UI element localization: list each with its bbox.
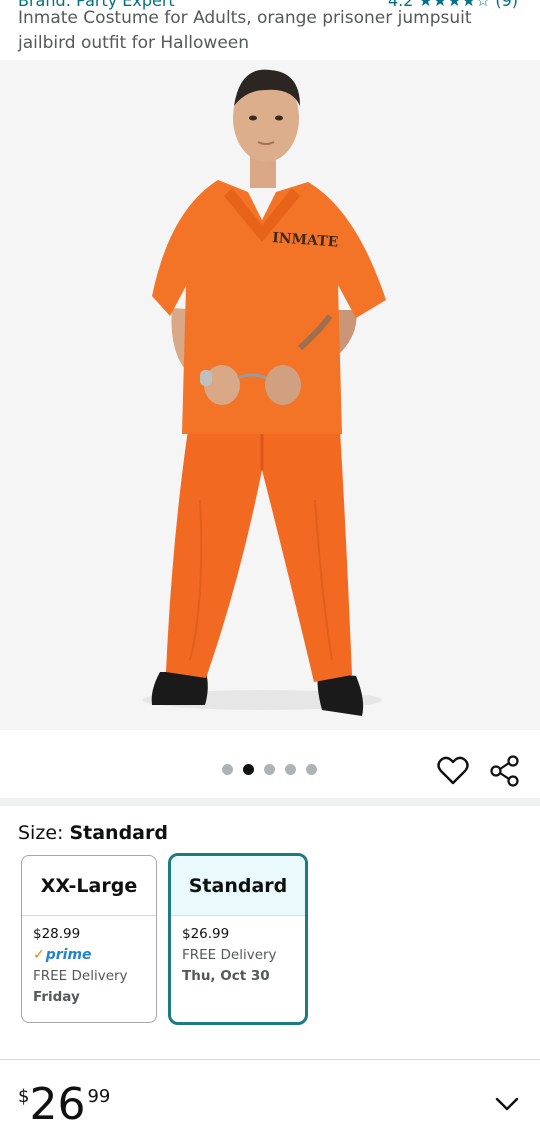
carousel-dot[interactable]: [222, 764, 233, 775]
size-label-prefix: Size:: [18, 822, 70, 844]
price-fraction: 99: [87, 1086, 111, 1107]
product-photo-illustration: INMATE: [142, 69, 386, 716]
size-option-xx-large[interactable]: XX-Large $28.99 ✓ prime FREE Delivery Fri…: [21, 855, 157, 1023]
product-title: Inmate Costume for Adults, orange prison…: [18, 8, 472, 53]
prime-badge: ✓ prime: [33, 945, 92, 966]
size-option-price: $26.99: [182, 926, 230, 942]
delivery-date: Thu, Oct 30: [182, 968, 270, 984]
delivery-text: FREE Delivery: [33, 968, 128, 984]
carousel-dots[interactable]: [222, 764, 317, 775]
image-carousel-bar: [0, 730, 540, 798]
prime-badge-label: prime: [45, 947, 92, 963]
section-divider: [0, 798, 540, 806]
size-option-name: XX-Large: [22, 856, 156, 916]
section-divider-line: [0, 1059, 540, 1060]
size-option-price: $28.99: [33, 926, 81, 942]
delivery-date: Friday: [33, 989, 80, 1005]
prime-check-icon: ✓: [33, 947, 45, 963]
product-image[interactable]: INMATE: [0, 60, 540, 730]
chevron-down-icon[interactable]: [494, 1094, 520, 1114]
carousel-dot[interactable]: [285, 764, 296, 775]
size-option-standard[interactable]: Standard $26.99 FREE Delivery Thu, Oct 3…: [168, 853, 308, 1025]
carousel-dot[interactable]: [264, 764, 275, 775]
carousel-dot[interactable]: [306, 764, 317, 775]
heart-icon[interactable]: [436, 754, 470, 788]
price-whole: 26: [29, 1079, 86, 1130]
size-label: Size: Standard: [18, 822, 168, 844]
price-currency: $: [18, 1086, 30, 1107]
size-selected-value: Standard: [69, 822, 168, 844]
delivery-text: FREE Delivery: [182, 947, 277, 963]
share-icon[interactable]: [488, 754, 522, 788]
carousel-dot-active[interactable]: [243, 764, 254, 775]
buybox-price: $ 26 99: [18, 1078, 110, 1132]
size-option-name: Standard: [171, 856, 305, 916]
